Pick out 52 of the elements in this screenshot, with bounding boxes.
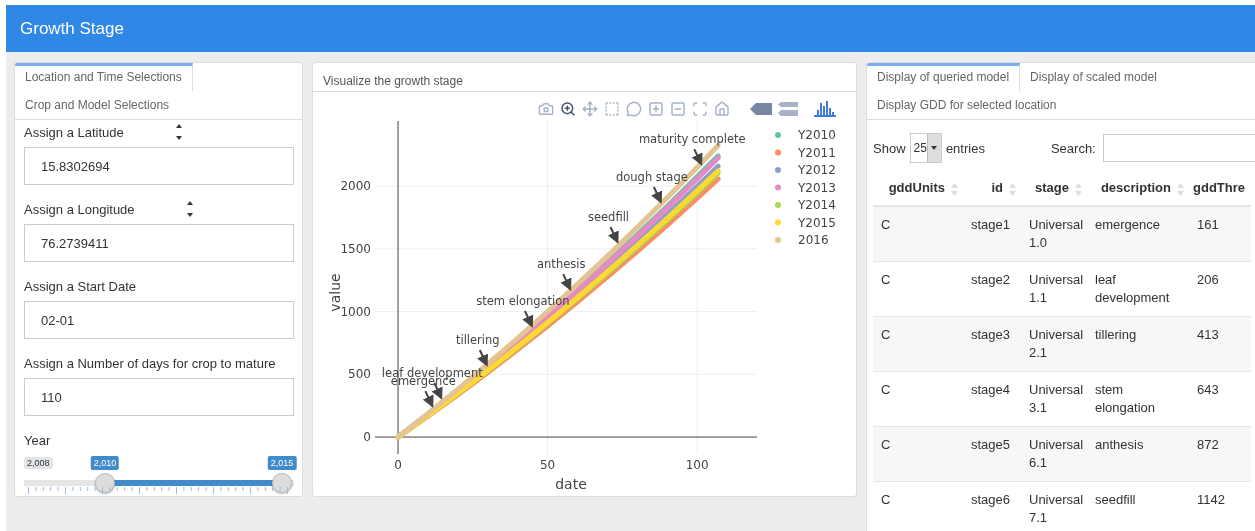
tick-label: 1500 xyxy=(340,241,371,256)
table-cell: 206 xyxy=(1189,261,1251,317)
table-cell: emergence xyxy=(1087,206,1189,262)
table-cell: stage5 xyxy=(963,426,1021,482)
annotation-label: maturity complete xyxy=(638,132,746,147)
table-cell: 413 xyxy=(1189,316,1251,372)
handle-label: 2,010 xyxy=(90,456,120,470)
panel-title: Visualize the growth stage xyxy=(323,74,463,88)
tick-label: 1000 xyxy=(340,304,371,319)
field-label: Assign a Latitude xyxy=(24,124,124,140)
table-cell: stage1 xyxy=(963,206,1021,262)
table-cell: C xyxy=(873,261,963,317)
app-title: Growth Stage xyxy=(20,18,124,39)
min-label: 2,008 xyxy=(24,457,53,469)
handle-label: 2,015 xyxy=(267,456,297,470)
table-cell: C xyxy=(873,371,963,427)
table-cell: Universal 1.0 xyxy=(1021,206,1087,262)
table-cell: stage3 xyxy=(963,316,1021,372)
search-label: Search: xyxy=(1050,140,1096,156)
table-cell: Universal 2.1 xyxy=(1021,316,1087,372)
annotation-label: tillering xyxy=(455,333,500,347)
table-cell: C xyxy=(873,206,963,262)
table-cell: C xyxy=(873,316,963,372)
tick-label: 0 xyxy=(394,458,402,472)
table-cell: stem elongation xyxy=(1087,371,1189,427)
table-cell: C xyxy=(873,426,963,482)
table-cell: 643 xyxy=(1189,371,1251,427)
annotation-label: anthesis xyxy=(537,257,586,272)
table-cell: Universal 3.1 xyxy=(1021,371,1087,427)
table-cell: stage2 xyxy=(963,261,1021,317)
annotation-label: seedfill xyxy=(587,210,630,224)
tick-label: 2000 xyxy=(340,179,371,193)
table-cell: Universal 1.1 xyxy=(1021,261,1087,317)
tick-label: 100 xyxy=(685,458,709,472)
field-label: Assign a Start Date xyxy=(24,278,136,294)
table-cell: anthesis xyxy=(1087,426,1189,482)
tick-label: 500 xyxy=(348,367,371,382)
tick-label: 50 xyxy=(539,458,556,472)
table-cell: tillering xyxy=(1087,316,1189,372)
field-label: Assign a Longitude xyxy=(24,201,135,217)
table-cell: 872 xyxy=(1189,426,1251,482)
field-label: Assign a Number of days for crop to mature xyxy=(24,355,276,371)
tick-label: 0 xyxy=(363,430,371,445)
entries-label: entries xyxy=(945,140,985,156)
table-cell: Universal 6.1 xyxy=(1021,426,1087,482)
axis-title: value xyxy=(327,273,343,312)
table-cell: 161 xyxy=(1189,206,1251,262)
axis-title: date xyxy=(555,476,587,492)
table-cell: stage4 xyxy=(963,371,1021,427)
table-cell: leaf development xyxy=(1087,261,1189,317)
show-label: Show xyxy=(873,140,906,156)
field-label: Year xyxy=(24,432,51,448)
